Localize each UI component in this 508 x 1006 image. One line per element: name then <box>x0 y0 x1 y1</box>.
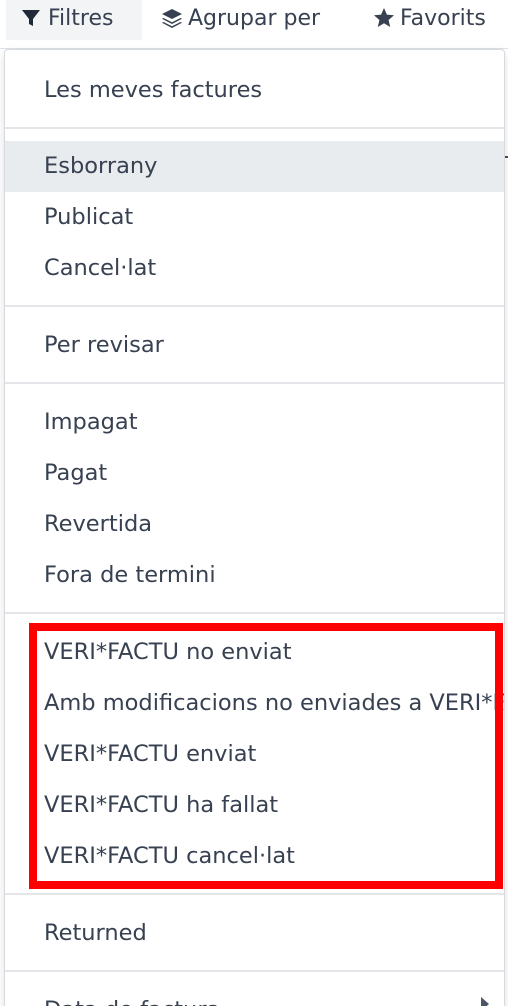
menu-item-returned[interactable]: Returned <box>5 908 504 959</box>
chevron-right-icon <box>481 997 489 1006</box>
screen: Filtres Agrupar per Favorits Les meves f… <box>0 0 508 1006</box>
filters-button[interactable]: Filtres <box>6 0 142 40</box>
menu-divider <box>5 382 504 384</box>
search-panel-toolbar: Filtres Agrupar per Favorits <box>0 0 508 44</box>
menu-divider <box>5 305 504 307</box>
groupby-button[interactable]: Agrupar per <box>160 0 320 40</box>
favorites-label: Favorits <box>400 5 486 31</box>
menu-item-my-invoices[interactable]: Les meves factures <box>5 65 504 116</box>
menu-item-posted[interactable]: Publicat <box>5 192 504 243</box>
menu-divider <box>5 612 504 614</box>
menu-item-invoice-date[interactable]: Data de factura <box>5 985 504 1006</box>
menu-item-paid[interactable]: Pagat <box>5 448 504 499</box>
menu-divider <box>5 127 504 129</box>
menu-divider <box>5 893 504 895</box>
filter-icon <box>20 7 42 29</box>
menu-item-verifactu-unsent-changes[interactable]: Amb modificacions no enviades a VERI*FAC… <box>5 678 504 729</box>
menu-item-cancelled[interactable]: Cancel·lat <box>5 243 504 294</box>
filters-label: Filtres <box>48 5 114 31</box>
filters-dropdown-menu: Les meves factures Esborrany Publicat Ca… <box>4 49 505 1006</box>
menu-item-overdue[interactable]: Fora de termini <box>5 550 504 601</box>
groupby-label: Agrupar per <box>188 5 321 31</box>
menu-divider <box>5 970 504 972</box>
menu-item-verifactu-sent[interactable]: VERI*FACTU enviat <box>5 729 504 780</box>
menu-item-unpaid[interactable]: Impagat <box>5 397 504 448</box>
menu-item-to-review[interactable]: Per revisar <box>5 320 504 371</box>
menu-item-verifactu-failed[interactable]: VERI*FACTU ha fallat <box>5 780 504 831</box>
menu-item-verifactu-cancelled[interactable]: VERI*FACTU cancel·lat <box>5 831 504 882</box>
menu-item-draft[interactable]: Esborrany <box>5 141 504 192</box>
layers-icon <box>160 7 182 29</box>
star-icon <box>372 7 394 29</box>
favorites-button[interactable]: Favorits <box>372 0 486 40</box>
menu-item-reversed[interactable]: Revertida <box>5 499 504 550</box>
menu-item-verifactu-not-sent[interactable]: VERI*FACTU no enviat <box>5 627 504 678</box>
